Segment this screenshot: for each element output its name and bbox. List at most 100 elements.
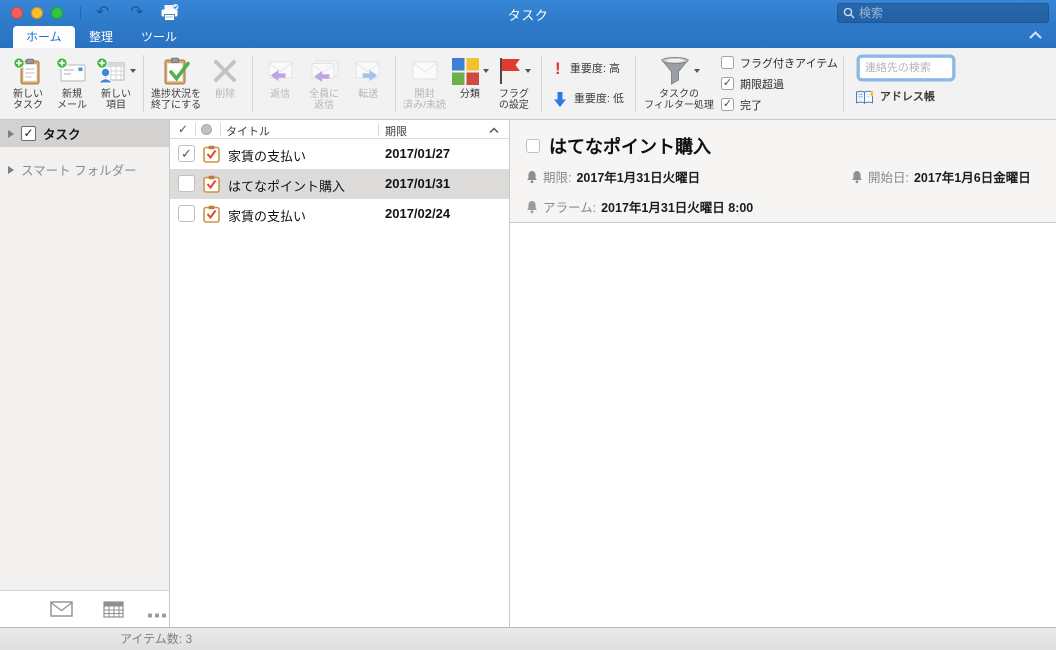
sidebar-item-tasks[interactable]: ✓ タスク xyxy=(0,120,169,147)
new-mail-button[interactable]: 新規 メール xyxy=(52,48,92,119)
search-icon xyxy=(843,7,855,19)
sidebar-item-smart-folders[interactable]: スマート フォルダー xyxy=(0,156,169,183)
ribbon-divider xyxy=(252,55,254,112)
reply-button: 返信 xyxy=(260,48,300,119)
search-field[interactable] xyxy=(837,3,1049,23)
more-modules-icon[interactable] xyxy=(148,605,168,623)
importance-low-button[interactable]: 重要度: 低 xyxy=(553,91,624,108)
task-list-header[interactable]: ✓ タイトル 期限 xyxy=(170,120,509,139)
task-checkbox-checked-icon[interactable]: ✓ xyxy=(178,145,195,162)
ribbon-divider xyxy=(635,55,637,112)
importance-high-icon: ! xyxy=(555,59,561,78)
new-item-icon xyxy=(96,56,125,83)
detail-due-row: 期限: 2017年1月31日火曜日 xyxy=(526,167,700,186)
forward-icon xyxy=(352,53,384,89)
column-header-due[interactable]: 期限 xyxy=(385,123,407,139)
task-row[interactable]: 家賃の支払い 2017/02/24 xyxy=(170,199,509,229)
detail-task-checkbox[interactable] xyxy=(526,139,540,153)
categorize-icon xyxy=(451,57,479,85)
mark-complete-button[interactable]: 進捗状況を 終了にする xyxy=(151,48,201,119)
flagged-items-checkbox[interactable]: フラグ付きアイテム xyxy=(721,55,838,71)
new-mail-icon xyxy=(56,53,88,89)
window-header: ↶ ↷ タスク ホーム xyxy=(0,0,1056,48)
address-book-button[interactable]: アドレス帳 xyxy=(855,90,953,105)
task-item-icon xyxy=(203,205,220,228)
sort-ascending-icon[interactable] xyxy=(489,125,499,137)
column-divider xyxy=(378,123,379,136)
new-task-button[interactable]: 新しい タスク xyxy=(8,48,48,119)
flag-button[interactable]: フラグ の設定 xyxy=(494,48,534,119)
overdue-checkbox[interactable]: ✓ 期限超過 xyxy=(721,76,838,92)
task-checkbox-unchecked-icon[interactable] xyxy=(178,175,195,192)
module-switcher xyxy=(0,590,169,627)
detail-start-row: 開始日: 2017年1月6日金曜日 xyxy=(851,167,1031,186)
task-checkbox-unchecked-icon[interactable] xyxy=(178,205,195,222)
completed-column-icon[interactable]: ✓ xyxy=(178,122,188,136)
bell-icon xyxy=(527,170,537,183)
bell-icon xyxy=(852,170,862,183)
categorize-button[interactable]: 分類 xyxy=(450,48,490,119)
task-item-icon xyxy=(203,145,220,168)
outlook-tasks-window: ↶ ↷ タスク ホーム xyxy=(0,0,1056,650)
importance-group: ! 重要度: 高 重要度: 低 xyxy=(553,48,624,119)
ribbon-divider xyxy=(540,55,542,112)
mail-module-icon[interactable] xyxy=(50,601,73,622)
ribbon-divider xyxy=(143,55,144,112)
mark-complete-icon xyxy=(160,53,192,89)
new-item-button[interactable]: 新しい 項目 xyxy=(96,48,136,119)
address-book-icon xyxy=(855,90,873,104)
reply-all-icon xyxy=(307,53,341,89)
detail-task-title: はてなポイント購入 xyxy=(549,137,711,157)
task-item-icon xyxy=(203,175,220,198)
column-header-title[interactable]: タイトル xyxy=(226,123,270,139)
flag-icon xyxy=(500,58,521,84)
contact-search-input[interactable] xyxy=(858,57,953,79)
reply-icon xyxy=(264,53,296,89)
task-list-pane: ✓ タイトル 期限 ✓ 家賃の支払い 2017/01/27 はてなポイント購入 … xyxy=(170,120,510,627)
calendar-module-icon[interactable] xyxy=(103,601,124,623)
filter-dropdown-icon[interactable] xyxy=(693,69,700,73)
tab-tools[interactable]: ツール xyxy=(128,26,190,48)
collapse-ribbon-icon[interactable] xyxy=(1029,26,1042,44)
categorize-dropdown-icon[interactable] xyxy=(482,69,489,73)
completed-checkbox[interactable]: ✓ 完了 xyxy=(721,97,838,113)
checkbox-unchecked-icon xyxy=(721,56,735,69)
task-detail-body xyxy=(510,223,1056,627)
task-detail-header: はてなポイント購入 期限: 2017年1月31日火曜日 開始日: 2017年1月… xyxy=(510,120,1056,223)
importance-high-button[interactable]: ! 重要度: 高 xyxy=(553,59,624,79)
filter-checkbox-group: フラグ付きアイテム ✓ 期限超過 ✓ 完了 xyxy=(721,48,838,119)
tab-home[interactable]: ホーム xyxy=(13,26,75,48)
task-row[interactable]: ✓ 家賃の支払い 2017/01/27 xyxy=(170,139,509,169)
detail-alarm-row: アラーム: 2017年1月31日火曜日 8:00 xyxy=(526,197,753,216)
ribbon-tabbar: ホーム 整理 ツール xyxy=(0,26,1056,48)
read-unread-button: 開封 済み/未読 xyxy=(403,48,446,119)
delete-button: 削除 xyxy=(205,48,245,119)
task-detail-pane: はてなポイント購入 期限: 2017年1月31日火曜日 開始日: 2017年1月… xyxy=(510,120,1056,627)
filter-funnel-icon xyxy=(660,57,689,85)
flag-dropdown-icon[interactable] xyxy=(525,69,532,73)
statusbar: アイテム数: 3 xyxy=(0,627,1056,650)
forward-button: 転送 xyxy=(348,48,388,119)
task-row-selected[interactable]: はてなポイント購入 2017/01/31 xyxy=(170,169,509,199)
task-filter-button[interactable]: タスクの フィルター処理 xyxy=(643,48,715,119)
sidebar: ✓ タスク スマート フォルダー xyxy=(0,120,170,627)
read-unread-icon xyxy=(409,53,441,89)
new-task-icon xyxy=(12,53,44,89)
importance-low-icon xyxy=(553,92,566,107)
item-count: アイテム数: 3 xyxy=(120,632,193,646)
checkbox-checked-icon: ✓ xyxy=(721,77,735,90)
disclosure-triangle-icon[interactable] xyxy=(8,129,14,138)
tab-organize[interactable]: 整理 xyxy=(76,26,126,48)
task-folder-checkbox-icon: ✓ xyxy=(21,126,36,141)
bell-icon xyxy=(527,200,537,213)
delete-icon xyxy=(212,53,238,89)
ribbon-divider xyxy=(395,55,397,112)
contact-group: アドレス帳 xyxy=(855,48,953,119)
titlebar: ↶ ↷ タスク xyxy=(0,0,1056,26)
search-input[interactable] xyxy=(859,6,1043,20)
disclosure-triangle-icon[interactable] xyxy=(8,165,14,174)
reply-all-button: 全員に 返信 xyxy=(304,48,344,119)
new-item-dropdown-icon[interactable] xyxy=(130,69,136,73)
priority-column-icon[interactable] xyxy=(201,124,212,135)
column-divider xyxy=(220,123,221,136)
